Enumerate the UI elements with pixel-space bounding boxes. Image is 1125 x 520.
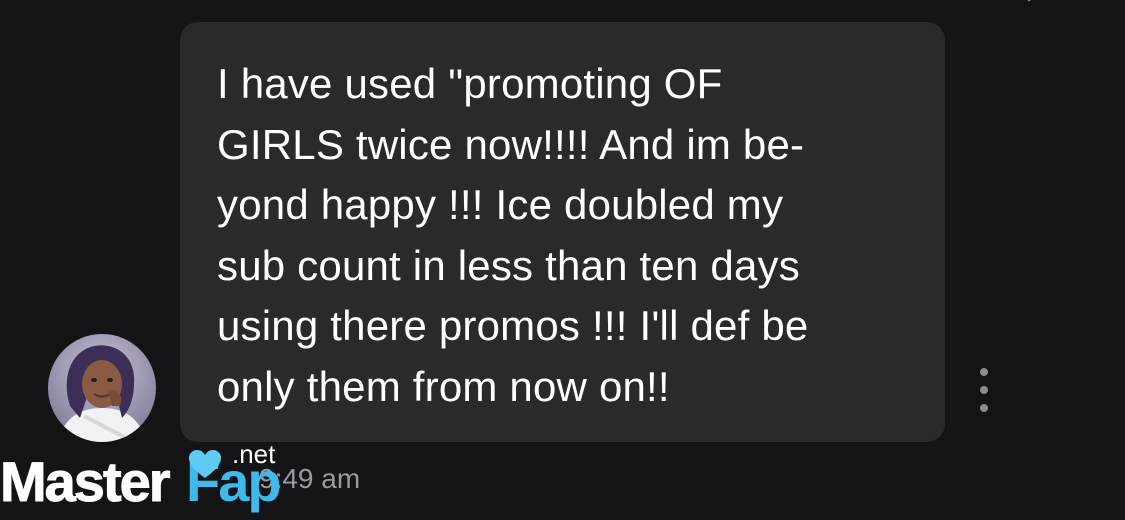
chat-screen: I have used "promoting OF GIRLS twice no… <box>0 0 1125 520</box>
more-vertical-icon <box>980 404 988 412</box>
message-line: using there promos !!! I'll def be <box>217 302 809 349</box>
more-vertical-icon <box>980 386 988 394</box>
watermark-logo: Master Fap .net <box>0 440 330 520</box>
chevron-down-icon[interactable] <box>1018 0 1040 6</box>
message-line: only them from now on!! <box>217 362 670 410</box>
message-bubble[interactable]: I have used "promoting OF GIRLS twice no… <box>180 22 945 442</box>
more-vertical-icon <box>980 368 988 376</box>
message-line: sub count in less than ten days <box>217 241 800 289</box>
message-line: GIRLS twice now!!!! And im be- <box>217 120 805 168</box>
watermark-master-text: Master <box>0 450 171 514</box>
message-text: I have used "promoting OF GIRLS twice no… <box>217 54 917 417</box>
heart-icon <box>189 450 221 478</box>
message-line: yond happy !!! Ice doubled my <box>217 181 784 228</box>
avatar[interactable] <box>48 334 156 442</box>
more-options-button[interactable] <box>972 368 996 412</box>
watermark-net-text: .net <box>232 439 276 469</box>
message-line: I have used "promoting OF <box>217 60 723 107</box>
